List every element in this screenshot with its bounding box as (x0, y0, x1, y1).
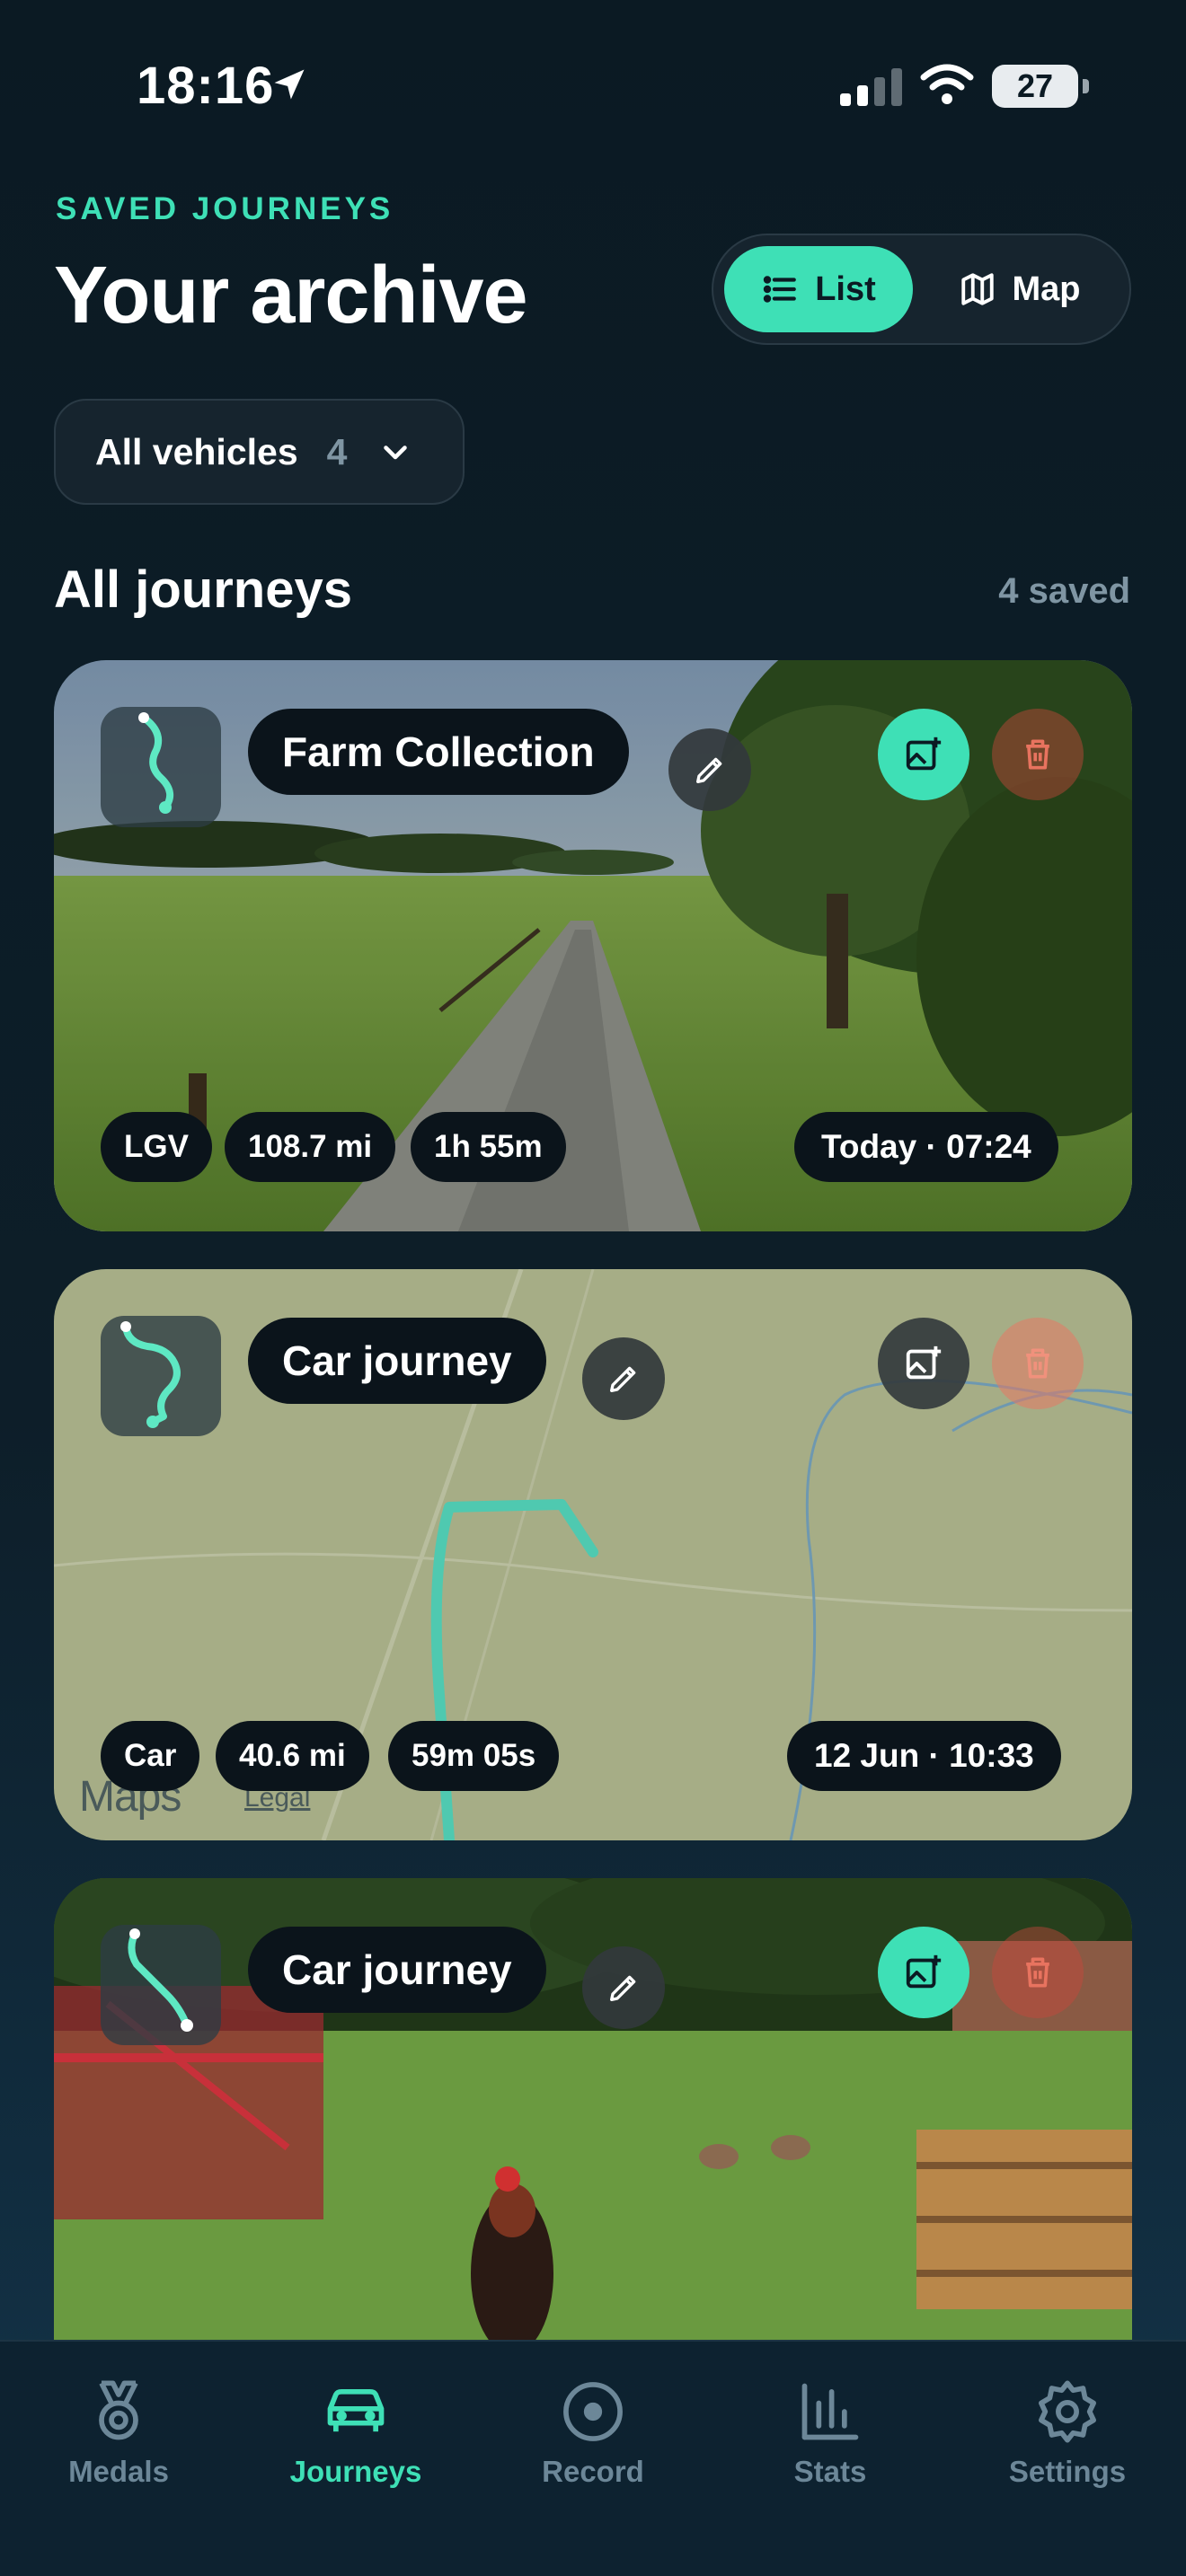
trash-icon (1026, 1957, 1049, 1988)
distance-chip: 40.6 mi (216, 1721, 369, 1791)
duration-chip: 1h 55m (411, 1112, 566, 1182)
tab-stats[interactable]: Stats (712, 2378, 949, 2494)
add-photo-button[interactable] (878, 709, 969, 800)
battery-indicator: 27 (992, 65, 1089, 108)
location-arrow-icon (274, 69, 305, 100)
wifi-icon (920, 64, 974, 104)
delete-journey-button[interactable] (992, 1927, 1084, 2018)
delete-journey-button[interactable] (992, 1318, 1084, 1409)
photo-add-icon (906, 737, 942, 771)
vehicle-filter-dropdown[interactable]: All vehicles 4 (54, 399, 465, 505)
list-view-label: List (815, 269, 876, 308)
page-title: Your archive (54, 251, 528, 340)
date-chip: 12 Jun · 10:33 (787, 1721, 1061, 1791)
journey-card[interactable]: Maps Legal Car journey Car 40.6 mi 59m 0… (54, 1269, 1132, 1840)
record-icon (563, 2382, 623, 2441)
tab-journeys[interactable]: Journeys (237, 2378, 474, 2494)
trash-icon (1026, 1348, 1049, 1379)
photo-add-icon (906, 1345, 942, 1380)
stats-icon (801, 2383, 859, 2440)
cellular-signal-icon (840, 68, 902, 106)
vehicle-chip: Car (101, 1721, 200, 1791)
date-chip: Today · 07:24 (794, 1112, 1058, 1182)
delete-journey-button[interactable] (992, 709, 1084, 800)
section-title: All journeys (54, 560, 352, 619)
pencil-icon (610, 1366, 636, 1392)
vehicle-filter-count: 4 (326, 430, 348, 472)
map-view-button[interactable]: Map (918, 246, 1120, 332)
journey-card[interactable]: Farm Collection LGV 108.7 mi 1h 55m Toda… (54, 660, 1132, 1231)
tab-medals[interactable]: Medals (0, 2378, 237, 2494)
view-toggle: List Map (712, 234, 1131, 345)
tab-bar: Medals Journeys Record Stats Settings (0, 2340, 1186, 2576)
duration-chip: 59m 05s (388, 1721, 560, 1791)
route-thumbnail (101, 1316, 221, 1436)
list-view-button[interactable]: List (724, 246, 913, 332)
journey-name: Car journey (248, 1927, 546, 2013)
status-bar: 18:16 27 (0, 0, 1186, 171)
tab-record[interactable]: Record (474, 2378, 712, 2494)
saved-count: 4 saved (998, 571, 1130, 611)
medal-icon (99, 2380, 138, 2440)
tab-settings[interactable]: Settings (949, 2378, 1186, 2494)
distance-chip: 108.7 mi (225, 1112, 396, 1182)
pencil-icon (696, 757, 722, 783)
map-icon (960, 273, 994, 305)
list-icon (764, 276, 797, 303)
photo-add-icon (906, 1954, 942, 1989)
tab-label: Settings (1008, 2455, 1127, 2488)
journey-name: Car journey (248, 1318, 546, 1404)
vehicle-filter-label: All vehicles (95, 430, 298, 472)
pencil-icon (610, 1975, 636, 2001)
route-thumbnail (101, 707, 221, 827)
route-line-icon (128, 1928, 193, 2032)
add-photo-button[interactable] (878, 1927, 969, 2018)
route-line-icon (120, 1321, 181, 1428)
tab-label: Stats (793, 2455, 867, 2488)
edit-name-button[interactable] (582, 1337, 665, 1420)
route-line-icon (138, 712, 174, 814)
page-eyebrow: SAVED JOURNEYS (56, 191, 394, 226)
edit-name-button[interactable] (668, 728, 751, 811)
trash-icon (1026, 739, 1049, 770)
status-time: 18:16 (137, 57, 275, 115)
route-thumbnail (101, 1925, 221, 2045)
edit-name-button[interactable] (582, 1946, 665, 2029)
tab-label: Record (542, 2455, 644, 2488)
chevron-down-icon (384, 446, 408, 460)
settings-icon (1039, 2380, 1096, 2443)
tab-label: Medals (68, 2455, 169, 2488)
vehicle-chip: LGV (101, 1112, 212, 1182)
car-icon (327, 2388, 385, 2432)
journey-name: Farm Collection (248, 709, 629, 795)
tab-label: Journeys (289, 2455, 422, 2488)
map-view-label: Map (1012, 269, 1081, 308)
add-photo-button[interactable] (878, 1318, 969, 1409)
